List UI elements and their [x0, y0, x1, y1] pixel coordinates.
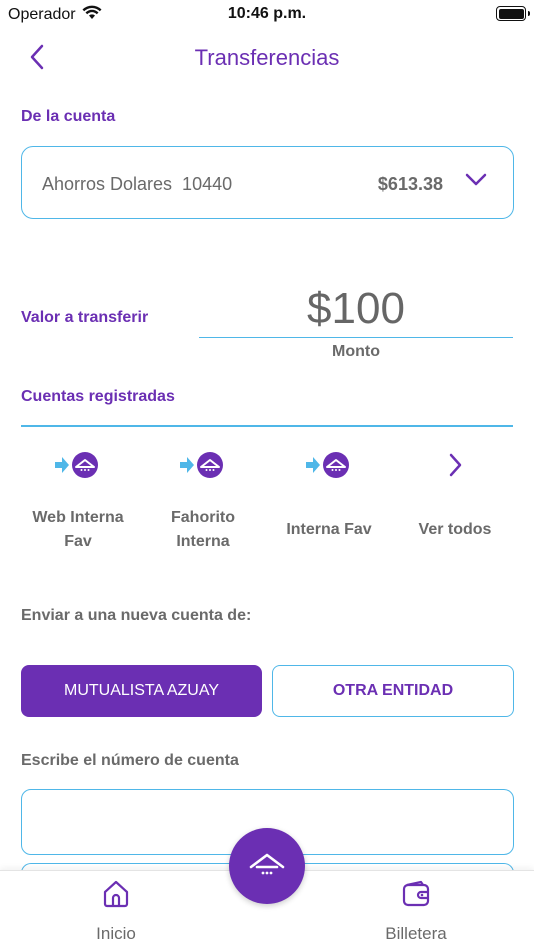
nav-header: Transferencias: [0, 36, 534, 80]
amount-input[interactable]: $100: [199, 280, 513, 338]
from-account-label: De la cuenta: [21, 108, 116, 125]
wallet-icon: [402, 880, 430, 907]
tab-wallet-label: Billetera: [385, 924, 447, 943]
divider: [21, 425, 513, 427]
home-icon: [103, 880, 129, 908]
favorite-account-label: Interna Fav: [286, 521, 372, 538]
transfer-account-icon: [143, 450, 263, 480]
amount-label: Valor a transferir: [21, 309, 149, 326]
tab-wallet[interactable]: Billetera: [366, 879, 466, 944]
favorite-account-label: Fahorito Interna: [171, 509, 235, 550]
account-balance: $613.38: [377, 174, 443, 194]
brand-logo-icon: [249, 853, 285, 875]
transfer-account-icon: [18, 450, 138, 480]
chevron-down-icon: [465, 173, 487, 192]
home-fab-button[interactable]: [229, 828, 305, 904]
favorite-account-item[interactable]: Fahorito Interna: [143, 450, 263, 554]
page-title: Transferencias: [194, 45, 340, 70]
battery-icon: [496, 6, 530, 21]
status-bar: Operador 10:46 p.m.: [0, 0, 534, 30]
tab-home-label: Inicio: [96, 924, 136, 943]
see-all-button[interactable]: Ver todos: [395, 450, 515, 542]
mutualista-azuay-button[interactable]: MUTUALISTA AZUAY: [21, 665, 262, 717]
new-account-label: Enviar a una nueva cuenta de:: [21, 607, 252, 624]
favorite-account-label: Web Interna Fav: [32, 509, 124, 550]
chevron-right-icon: [395, 450, 515, 480]
otra-entidad-button[interactable]: OTRA ENTIDAD: [272, 665, 514, 717]
status-time: 10:46 p.m.: [227, 5, 307, 22]
account-number-label: Escribe el número de cuenta: [21, 752, 239, 769]
favorite-account-item[interactable]: Web Interna Fav: [18, 450, 138, 554]
tab-home[interactable]: Inicio: [66, 879, 166, 944]
transfer-account-icon: [269, 450, 389, 480]
account-name: Ahorros Dolares 10440: [42, 174, 233, 194]
registered-accounts-label: Cuentas registradas: [21, 388, 175, 405]
amount-caption: Monto: [332, 343, 380, 360]
favorite-account-item[interactable]: Interna Fav: [269, 450, 389, 542]
see-all-label: Ver todos: [418, 521, 492, 538]
account-select[interactable]: Ahorros Dolares 10440 $613.38: [21, 146, 514, 219]
